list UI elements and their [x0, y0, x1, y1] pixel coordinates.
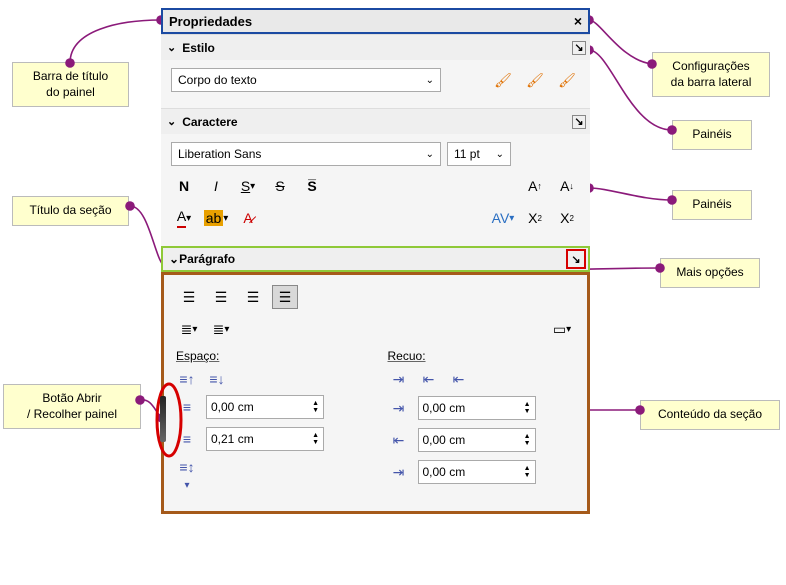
number-list-button[interactable]: ≣ ▾	[208, 317, 234, 341]
subscript-button[interactable]: X2	[554, 206, 580, 230]
increase-font-button[interactable]: A↑	[522, 174, 548, 198]
update-style-button[interactable]: 🖌	[522, 68, 548, 92]
clear-format-button[interactable]: A̷	[235, 206, 261, 230]
font-size-value: 11 pt	[454, 147, 480, 161]
panel-title-bar: Propriedades ×	[161, 8, 590, 34]
italic-button[interactable]: I	[203, 174, 229, 198]
indent-left-input[interactable]: 0,00 cm▲▼	[418, 396, 536, 420]
hanging-indent-icon[interactable]: ⇤	[448, 371, 470, 388]
font-size-dropdown[interactable]: 11 pt ⌄	[447, 142, 511, 166]
chevron-down-icon: ⌄	[167, 115, 176, 128]
decrease-spacing-icon[interactable]: ≡↓	[206, 371, 228, 387]
more-options-paragrafo[interactable]: ↘	[566, 249, 586, 269]
spacing-button[interactable]: A͏V ▾	[490, 206, 516, 230]
line-spacing-button[interactable]: ≡↕ ▾	[176, 459, 198, 491]
indent-first-icon: ⇥	[388, 464, 410, 481]
section-header-estilo[interactable]: ⌄ Estilo ↘	[161, 34, 590, 60]
collapse-handle[interactable]	[160, 396, 166, 442]
callout-section-title: Título da seção	[12, 196, 129, 226]
bgcolor-button[interactable]: ▭ ▾	[549, 317, 575, 341]
paragraph-style-value: Corpo do texto	[178, 73, 257, 87]
align-center-button[interactable]: ☰	[208, 285, 234, 309]
section-header-paragrafo[interactable]: ⌄ Parágrafo ↘	[161, 246, 590, 272]
section-title-estilo: Estilo	[182, 41, 215, 55]
indent-right-input[interactable]: 0,00 cm▲▼	[418, 428, 536, 452]
section-header-caractere[interactable]: ⌄ Caractere ↘	[161, 108, 590, 134]
font-color-button[interactable]: A ▾	[171, 206, 197, 230]
section-body-paragrafo: ☰ ☰ ☰ ☰ ≣ ▾ ≣ ▾ ▭ ▾ Espaço: ≡↑ ≡↓ ≡ 0,00…	[161, 272, 590, 514]
section-body-caractere: Liberation Sans ⌄ 11 pt ⌄ N I S ▾ S S̅ A…	[161, 134, 590, 246]
new-style-button[interactable]: 🖌	[490, 68, 516, 92]
indent-left-icon: ⇥	[388, 400, 410, 417]
space-above-input[interactable]: 0,00 cm▲▼	[206, 395, 324, 419]
indent-label: Recuo:	[388, 349, 576, 363]
align-right-button[interactable]: ☰	[240, 285, 266, 309]
overline-button[interactable]: S̅	[299, 174, 325, 198]
chevron-down-icon: ⌄	[169, 252, 179, 266]
bold-button[interactable]: N	[171, 174, 197, 198]
chevron-down-icon: ⌄	[167, 41, 176, 54]
superscript-button[interactable]: X2	[522, 206, 548, 230]
section-title-caractere: Caractere	[182, 115, 237, 129]
properties-panel: Propriedades × ⌄ Estilo ↘ Corpo do texto…	[161, 8, 590, 514]
align-justify-button[interactable]: ☰	[272, 285, 298, 309]
strike-button[interactable]: S	[267, 174, 293, 198]
underline-button[interactable]: S ▾	[235, 174, 261, 198]
panel-title-text: Propriedades	[169, 14, 252, 29]
more-options-caractere[interactable]: ↘	[572, 115, 586, 129]
callout-panels2: Painéis	[672, 190, 752, 220]
callout-title-bar: Barra de títulodo painel	[12, 62, 129, 107]
space-below-input[interactable]: 0,21 cm▲▼	[206, 427, 324, 451]
decrease-font-button[interactable]: A↓	[554, 174, 580, 198]
indent-firstline-input[interactable]: 0,00 cm▲▼	[418, 460, 536, 484]
callout-content: Conteúdo da seção	[640, 400, 780, 430]
indent-right-icon: ⇤	[388, 432, 410, 449]
callout-more: Mais opções	[660, 258, 760, 288]
highlight-button[interactable]: ab ▾	[203, 206, 229, 230]
decrease-indent-icon[interactable]: ⇤	[418, 371, 440, 388]
section-body-estilo: Corpo do texto ⌄ 🖌 🖌 🖌	[161, 60, 590, 108]
callout-sidebar-cfg: Configuraçõesda barra lateral	[652, 52, 770, 97]
font-name-dropdown[interactable]: Liberation Sans ⌄	[171, 142, 441, 166]
edit-style-button[interactable]: 🖌	[554, 68, 580, 92]
spacing-label: Espaço:	[176, 349, 364, 363]
close-icon[interactable]: ×	[574, 13, 582, 29]
align-left-button[interactable]: ☰	[176, 285, 202, 309]
section-title-paragrafo: Parágrafo	[179, 252, 235, 266]
callout-panels1: Painéis	[672, 120, 752, 150]
paragraph-style-dropdown[interactable]: Corpo do texto ⌄	[171, 68, 441, 92]
callout-toggle: Botão Abrir/ Recolher painel	[3, 384, 141, 429]
more-options-estilo[interactable]: ↘	[572, 41, 586, 55]
increase-indent-icon[interactable]: ⇥	[388, 371, 410, 388]
bullet-list-button[interactable]: ≣ ▾	[176, 317, 202, 341]
font-name-value: Liberation Sans	[178, 147, 261, 161]
